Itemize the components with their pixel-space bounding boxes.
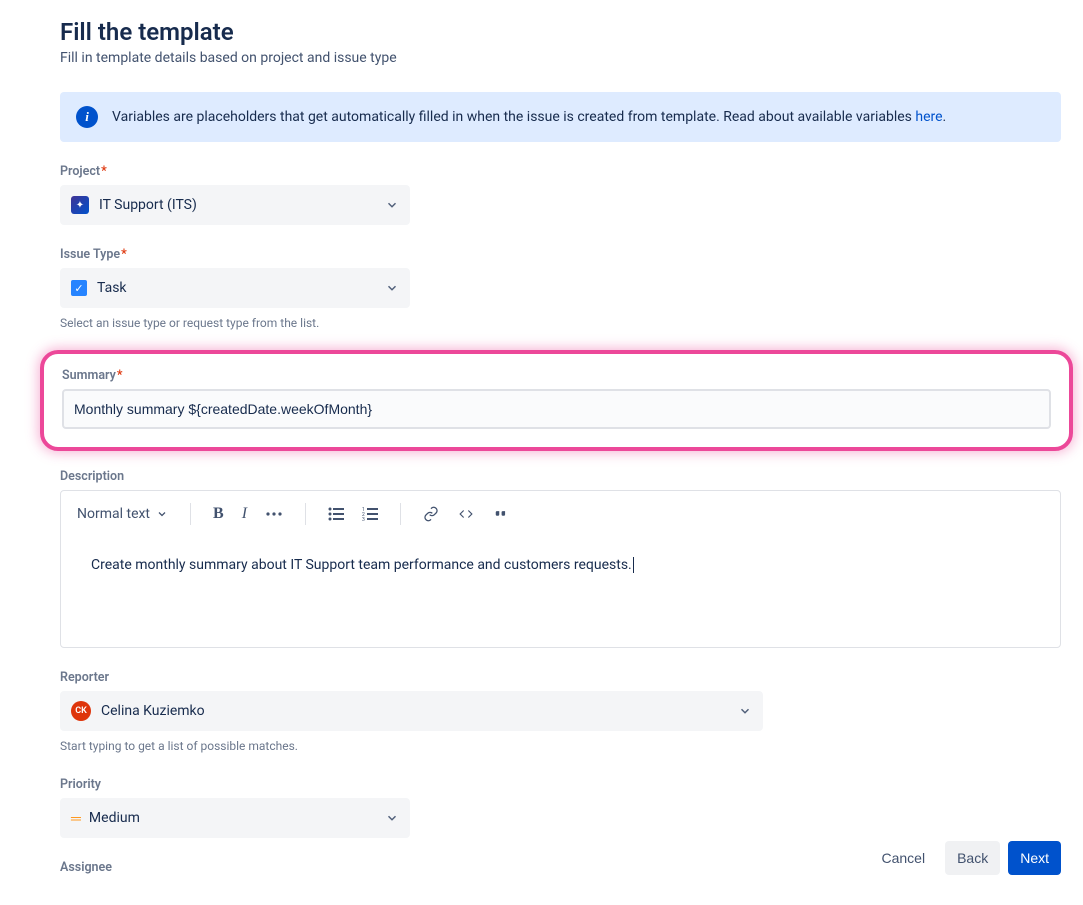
more-format-button[interactable] <box>265 511 283 517</box>
footer-actions: Cancel Back Next <box>869 841 1061 875</box>
chevron-down-icon <box>385 281 399 295</box>
chevron-down-icon <box>385 198 399 212</box>
summary-label: Summary* <box>62 368 1051 383</box>
priority-field: Priority ═ Medium <box>60 777 1061 838</box>
page-root: Fill the template Fill in template detai… <box>0 0 1083 905</box>
chevron-down-icon <box>385 811 399 825</box>
text-style-label: Normal text <box>77 506 150 522</box>
description-editor: Normal text B I <box>60 490 1061 648</box>
description-label: Description <box>60 469 1061 484</box>
chevron-down-icon <box>738 704 752 718</box>
link-button[interactable] <box>423 506 439 522</box>
required-mark: * <box>117 368 123 383</box>
reporter-field: Reporter CK Celina Kuziemko Start typing… <box>60 670 1061 753</box>
issue-type-value: Task <box>97 280 127 296</box>
project-field: Project* ✦ IT Support (ITS) <box>60 164 1061 225</box>
info-text: Variables are placeholders that get auto… <box>112 109 946 125</box>
code-button[interactable] <box>457 507 475 521</box>
reporter-label: Reporter <box>60 670 1061 685</box>
reporter-value: Celina Kuziemko <box>101 703 205 719</box>
issue-type-helper: Select an issue type or request type fro… <box>60 316 1061 330</box>
page-subtitle: Fill in template details based on projec… <box>60 50 1061 66</box>
bullet-list-button[interactable] <box>328 507 344 521</box>
reporter-select[interactable]: CK Celina Kuziemko <box>60 691 763 731</box>
editor-toolbar: Normal text B I <box>61 491 1060 537</box>
required-mark: * <box>101 164 107 179</box>
description-textarea[interactable]: Create monthly summary about IT Support … <box>61 537 1060 647</box>
separator <box>305 503 306 525</box>
project-label-text: Project <box>60 164 100 179</box>
project-value: IT Support (ITS) <box>99 197 197 213</box>
page-title: Fill the template <box>60 18 1061 46</box>
priority-value: Medium <box>89 810 140 826</box>
description-field: Description Normal text B I <box>60 469 1061 648</box>
info-text-pre: Variables are placeholders that get auto… <box>112 109 915 125</box>
project-label: Project* <box>60 164 1061 179</box>
text-style-dropdown[interactable]: Normal text <box>77 506 168 522</box>
project-select[interactable]: ✦ IT Support (ITS) <box>60 185 410 225</box>
svg-text:3: 3 <box>362 517 365 521</box>
issue-type-label-text: Issue Type <box>60 247 120 262</box>
issue-type-select[interactable]: ✓ Task <box>60 268 410 308</box>
priority-select[interactable]: ═ Medium <box>60 798 410 838</box>
info-icon: i <box>76 106 98 128</box>
quote-button[interactable] <box>493 507 509 521</box>
next-button[interactable]: Next <box>1008 841 1061 875</box>
info-link[interactable]: here <box>915 109 942 125</box>
summary-highlight: Summary* <box>40 350 1073 451</box>
issue-type-field: Issue Type* ✓ Task Select an issue type … <box>60 247 1061 330</box>
numbered-list-button[interactable]: 123 <box>362 507 378 521</box>
summary-label-text: Summary <box>62 368 116 383</box>
summary-input[interactable] <box>62 389 1051 429</box>
info-banner: i Variables are placeholders that get au… <box>60 92 1061 142</box>
avatar: CK <box>71 701 91 721</box>
italic-button[interactable]: I <box>242 505 247 523</box>
issue-type-label: Issue Type* <box>60 247 1061 262</box>
separator <box>190 503 191 525</box>
task-icon: ✓ <box>71 280 87 296</box>
info-text-post: . <box>943 109 947 125</box>
back-button[interactable]: Back <box>945 841 1000 875</box>
priority-label: Priority <box>60 777 1061 792</box>
required-mark: * <box>121 247 127 262</box>
project-icon: ✦ <box>71 196 89 214</box>
text-cursor <box>632 557 634 573</box>
cancel-button[interactable]: Cancel <box>869 841 937 875</box>
priority-medium-icon: ═ <box>71 810 79 827</box>
separator <box>400 503 401 525</box>
bold-button[interactable]: B <box>213 505 224 523</box>
reporter-helper: Start typing to get a list of possible m… <box>60 739 1061 753</box>
description-text: Create monthly summary about IT Support … <box>91 557 632 573</box>
